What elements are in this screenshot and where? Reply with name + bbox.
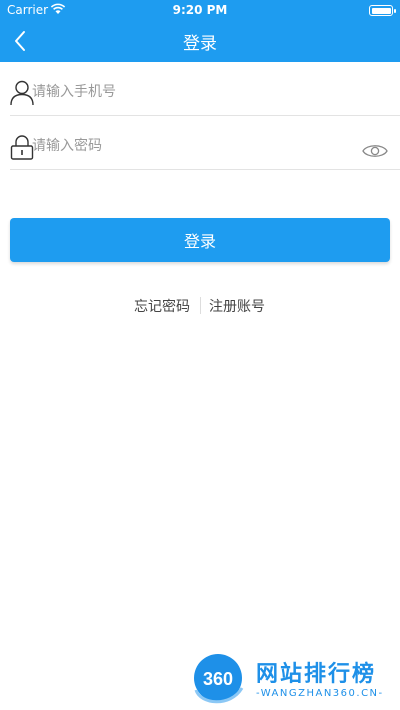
- password-field-row: [10, 116, 400, 170]
- lock-icon: [10, 135, 34, 160]
- password-input[interactable]: [32, 134, 352, 158]
- watermark-logo: 360: [194, 654, 244, 704]
- status-bar: Carrier 9:20 PM: [0, 0, 400, 20]
- eye-icon[interactable]: [362, 142, 388, 160]
- watermark-name: 网站排行榜: [256, 662, 377, 687]
- user-icon: [10, 80, 34, 106]
- page-title: 登录: [183, 34, 217, 54]
- register-link[interactable]: 注册账号: [209, 296, 265, 316]
- watermark-logo-text: 360: [203, 669, 233, 689]
- auth-links: 忘记密码 注册账号: [0, 296, 400, 316]
- watermark-url: -WANGZHAN360.CN-: [256, 688, 384, 699]
- nav-bar: 登录: [0, 20, 400, 62]
- forgot-password-link[interactable]: 忘记密码: [134, 296, 190, 316]
- status-time: 9:20 PM: [172, 3, 228, 17]
- phone-input[interactable]: [32, 80, 352, 104]
- link-divider: [200, 297, 201, 314]
- header: Carrier 9:20 PM 登录: [0, 0, 400, 62]
- phone-field-row: [10, 62, 400, 116]
- watermark: 360 网站排行榜 -WANGZHAN360.CN-: [190, 652, 395, 708]
- battery-icon: [369, 5, 396, 16]
- login-button[interactable]: 登录: [10, 218, 390, 262]
